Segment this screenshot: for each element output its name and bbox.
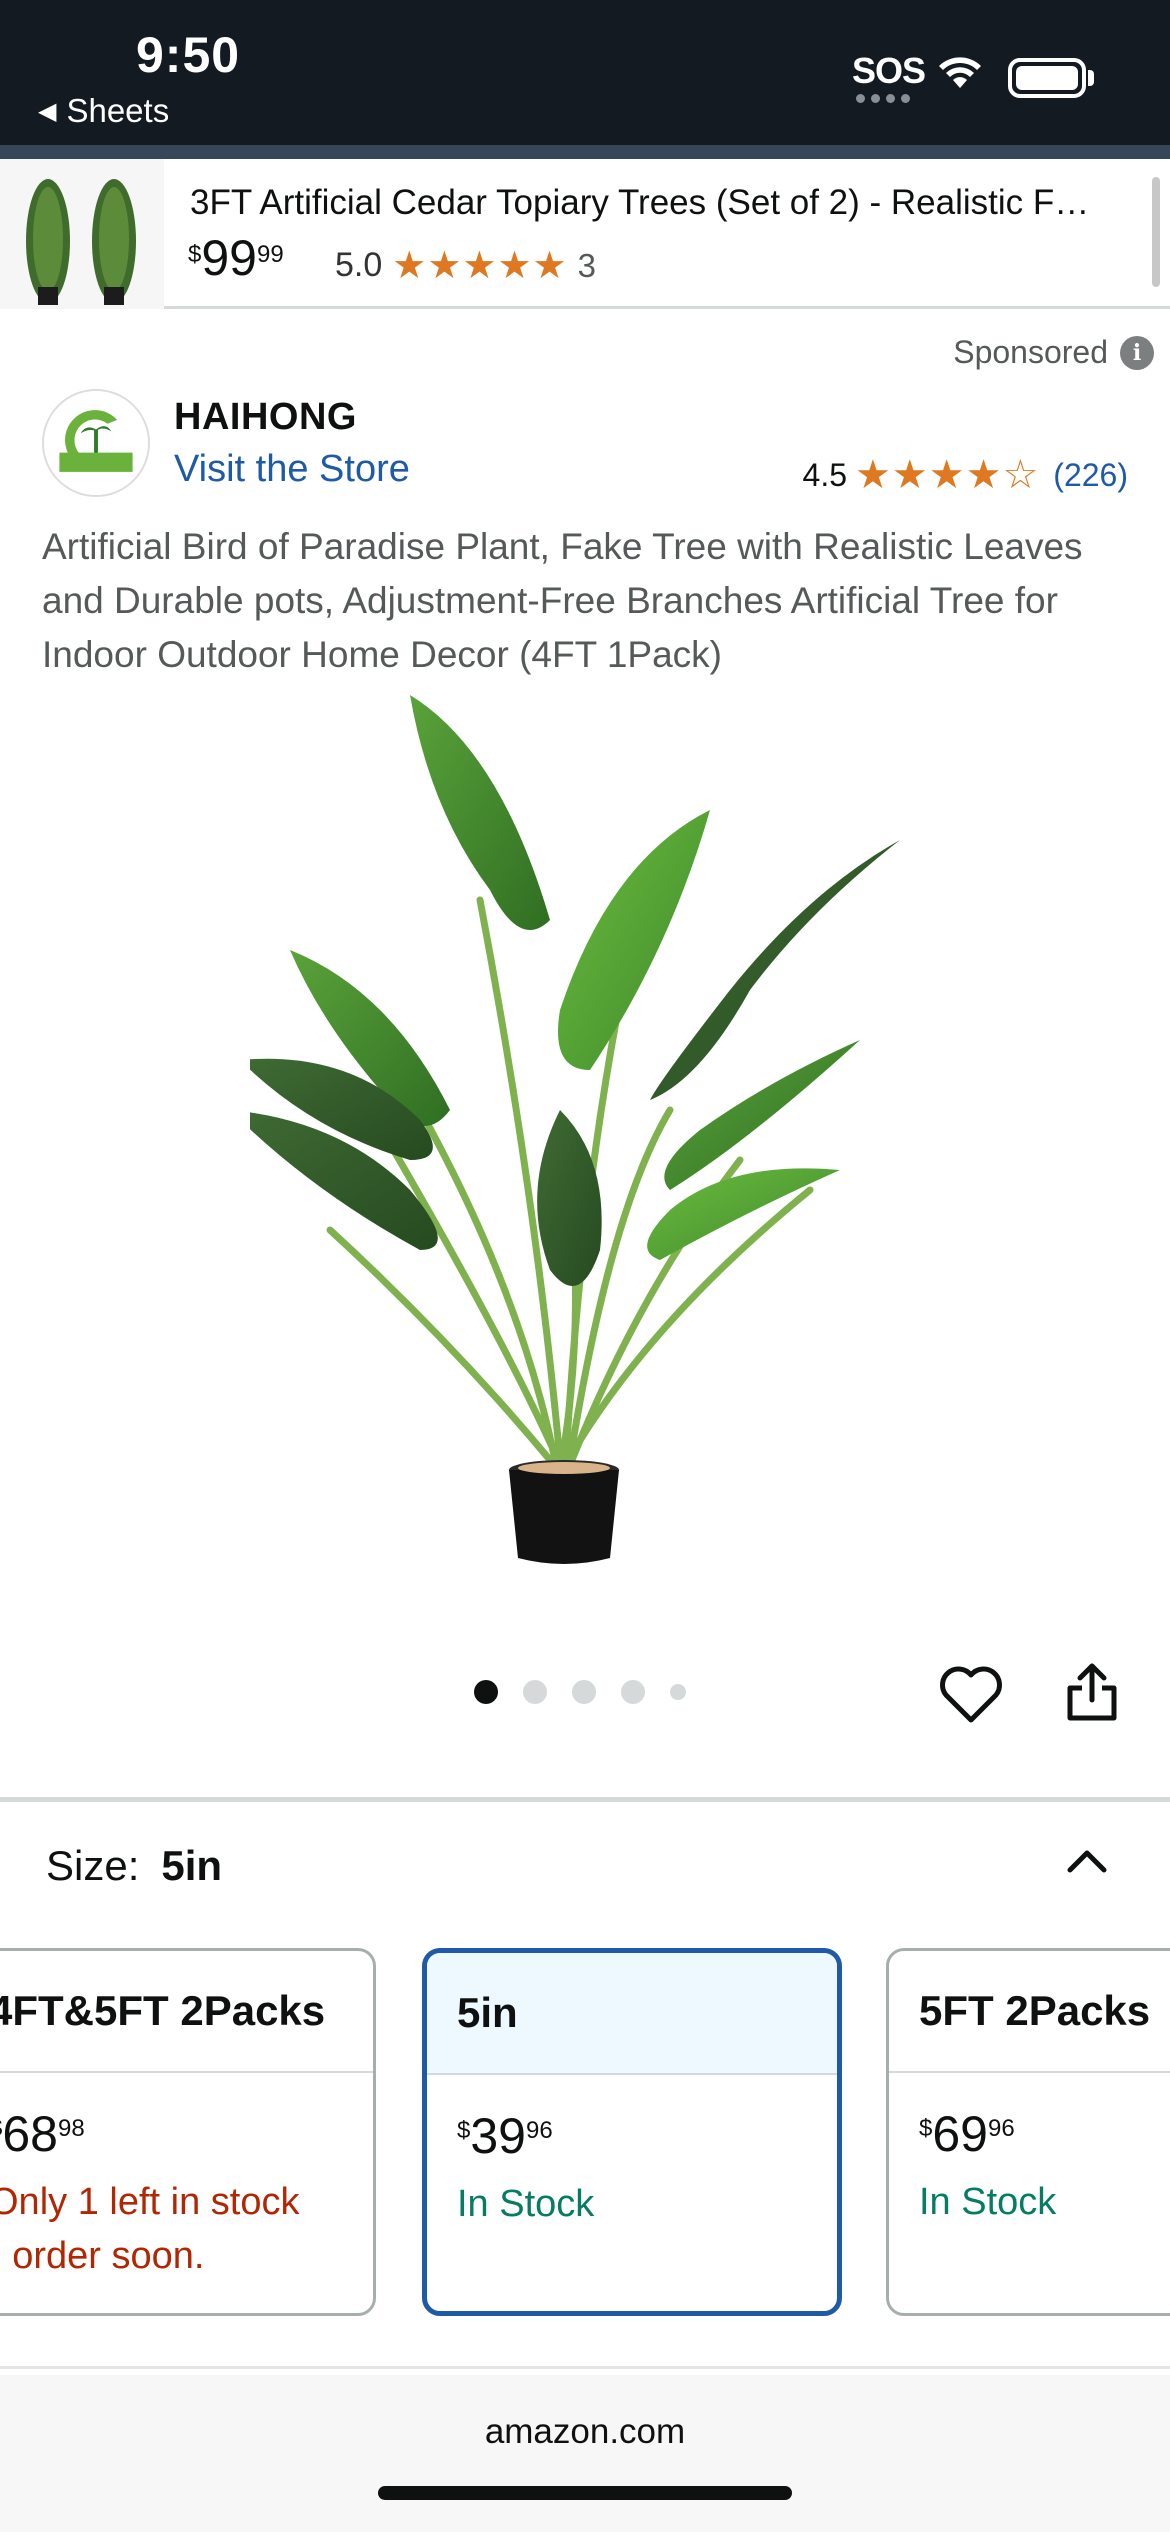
variant-name: 5FT 2Packs [889, 1951, 1170, 2073]
size-label-text: Size: [46, 1842, 140, 1889]
carousel-dot[interactable] [670, 1684, 686, 1700]
signal-dots-icon [856, 94, 910, 103]
availability-line: - order soon. [0, 2235, 205, 2277]
rating-value: 5.0 [335, 246, 383, 284]
selected-size: 5in [161, 1842, 223, 1889]
sos-indicator: SOS [852, 50, 926, 91]
back-to-app-button[interactable]: ◀ Sheets [38, 92, 169, 130]
star-rating-icon: ★★★★★ [392, 245, 568, 287]
back-app-label: Sheets [66, 92, 170, 129]
availability-line: Only 1 left in stock [0, 2181, 300, 2223]
carousel-dot[interactable] [474, 1680, 498, 1704]
strip-product-title[interactable]: 3FT Artificial Cedar Topiary Trees (Set … [190, 183, 1130, 223]
share-icon[interactable] [1064, 1660, 1120, 1724]
product-rating[interactable]: 4.5 ★★★★☆ (226) [803, 452, 1128, 498]
battery-icon [1008, 58, 1086, 98]
size-variant-card[interactable]: 5FT 2Packs $ 69 96 In Stock [886, 1948, 1170, 2316]
review-count: 3 [577, 246, 596, 284]
price-fraction: 98 [57, 2115, 85, 2142]
review-count-link[interactable]: (226) [1053, 457, 1128, 494]
price-fraction: 99 [256, 241, 284, 268]
size-variant-card[interactable]: 4FT&5FT 2Packs $ 68 98 Only 1 left in st… [0, 1948, 376, 2316]
brand-logo[interactable] [42, 389, 150, 497]
back-triangle-icon: ◀ [38, 97, 57, 125]
variant-name: 4FT&5FT 2Packs [0, 1951, 373, 2073]
strip-price: $ 99 99 [188, 233, 284, 283]
strip-rating[interactable]: 5.0 ★★★★★ 3 [335, 243, 596, 288]
carousel-dot[interactable] [523, 1680, 547, 1704]
price-whole: 69 [932, 2106, 988, 2162]
price-symbol: $ [188, 241, 202, 268]
size-selector-label: Size: 5in [46, 1842, 222, 1890]
scrollbar[interactable] [1152, 177, 1160, 287]
sponsored-label[interactable]: Sponsored i [953, 334, 1154, 371]
price-whole: 99 [201, 230, 257, 286]
clock: 9:50 [136, 27, 241, 83]
brand-name: HAIHONG [174, 396, 357, 438]
topiary-trees-thumbnail[interactable] [0, 159, 164, 309]
variant-price: $ 68 98 [0, 2073, 373, 2159]
info-icon[interactable]: i [1120, 335, 1154, 370]
battery-cap [1088, 70, 1094, 86]
wifi-icon [939, 57, 981, 88]
header-divider [0, 145, 1170, 159]
product-page: 9:50 ◀ Sheets SOS 3FT Artificial Cedar T… [0, 0, 1170, 2532]
price-whole: 39 [470, 2108, 526, 2164]
size-variant-card-selected[interactable]: 5in $ 39 96 In Stock [422, 1948, 842, 2316]
availability-status: In Stock [919, 2181, 1057, 2223]
carousel-dot[interactable] [572, 1680, 596, 1704]
variant-price: $ 39 96 [427, 2075, 837, 2161]
price-symbol: $ [457, 2117, 471, 2144]
product-title[interactable]: Artificial Bird of Paradise Plant, Fake … [42, 520, 1132, 682]
bottom-divider [0, 2366, 1170, 2369]
section-divider [0, 1797, 1170, 1802]
sponsored-product-strip[interactable]: 3FT Artificial Cedar Topiary Trees (Set … [0, 159, 1170, 309]
chevron-up-icon[interactable] [1062, 1840, 1112, 1880]
availability-status: In Stock [457, 2183, 595, 2225]
image-carousel-indicator[interactable] [474, 1680, 686, 1704]
variant-name: 5in [427, 1953, 837, 2075]
heart-icon[interactable] [938, 1665, 1004, 1725]
browser-url-bar[interactable] [0, 2375, 1170, 2532]
url-text[interactable]: amazon.com [0, 2412, 1170, 2452]
product-image[interactable] [250, 690, 920, 1570]
price-fraction: 96 [525, 2117, 553, 2144]
variant-price: $ 69 96 [889, 2073, 1170, 2159]
rating-value: 4.5 [802, 456, 847, 493]
price-fraction: 96 [987, 2115, 1015, 2142]
status-bar: 9:50 ◀ Sheets SOS [0, 0, 1170, 145]
price-symbol: $ [919, 2115, 933, 2142]
price-whole: 68 [2, 2106, 58, 2162]
star-rating-icon: ★★★★☆ [855, 453, 1040, 497]
carousel-dot[interactable] [621, 1680, 645, 1704]
availability-status: Only 1 left in stock - order soon. [0, 2159, 373, 2283]
visit-store-link[interactable]: Visit the Store [174, 448, 410, 491]
home-indicator[interactable] [378, 2486, 792, 2500]
sponsored-text: Sponsored [953, 334, 1108, 370]
